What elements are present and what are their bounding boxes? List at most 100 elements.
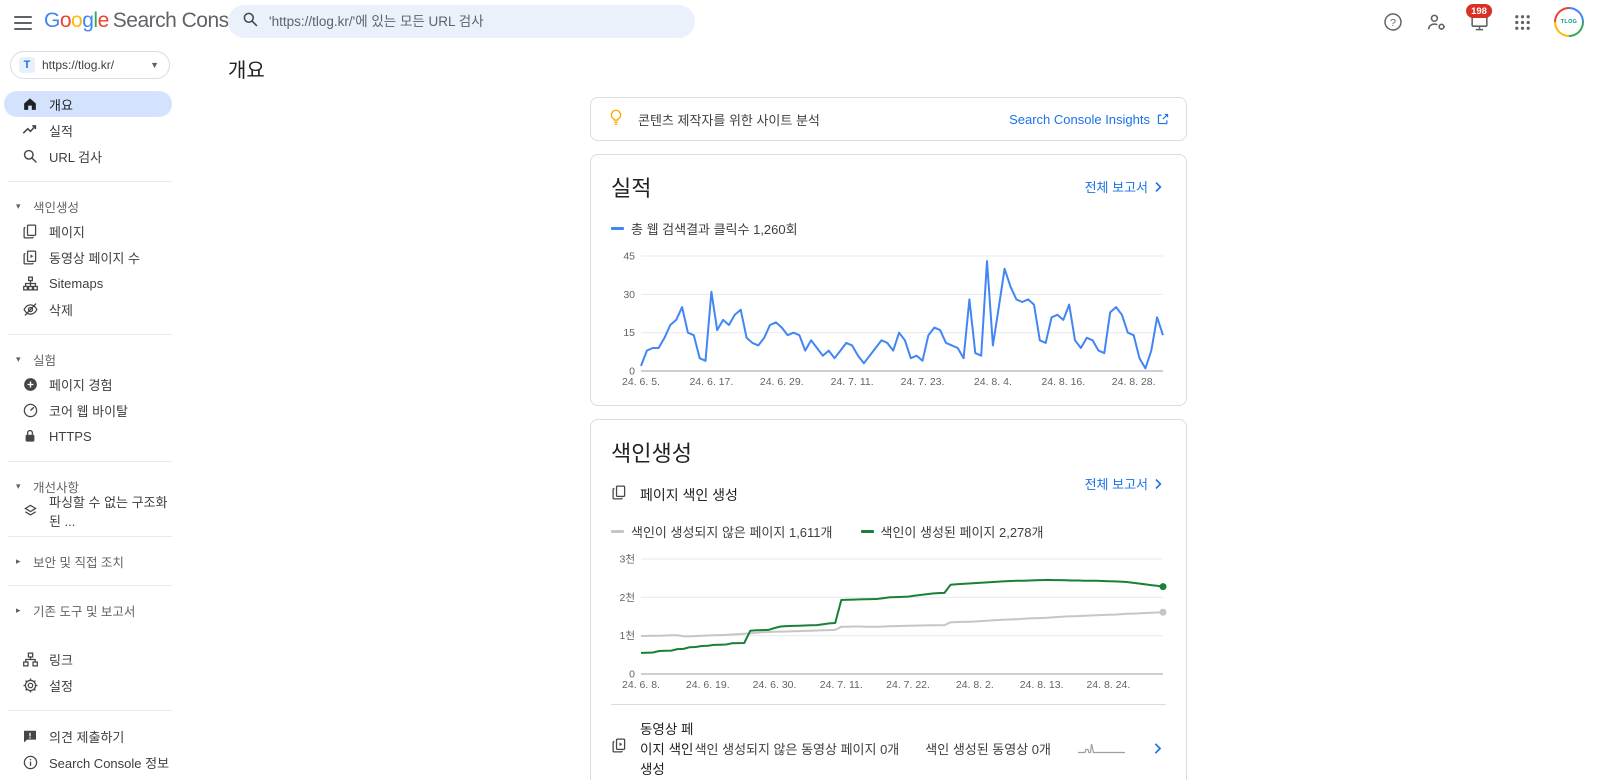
external-link-icon <box>1156 112 1170 126</box>
divider <box>8 710 172 711</box>
svg-text:?: ? <box>1390 17 1396 29</box>
indexing-card-title: 색인생성 <box>611 436 1166 468</box>
svg-text:24. 8. 2.: 24. 8. 2. <box>956 679 994 691</box>
svg-text:24. 6. 30.: 24. 6. 30. <box>753 679 797 691</box>
sidebar-item-removals[interactable]: 삭제 <box>4 296 172 322</box>
caret-down-icon: ▾ <box>16 354 26 365</box>
google-logo-text: Google <box>44 9 109 32</box>
google-apps-icon[interactable] <box>1511 11 1533 33</box>
property-selector[interactable]: T https://tlog.kr/ ▼ <box>10 51 170 79</box>
svg-text:24. 6. 5.: 24. 6. 5. <box>622 376 660 388</box>
sidebar-item-performance[interactable]: 실적 <box>4 117 172 143</box>
sidebar-item-label: 파싱할 수 없는 구조화된 ... <box>49 492 172 530</box>
section-title: 기존 도구 및 보고서 <box>33 601 135 620</box>
video-pages-icon <box>611 737 628 759</box>
sidebar-item-label: 의견 제출하기 <box>49 727 124 746</box>
sidebar-item-label: 코어 웹 바이탈 <box>49 401 128 420</box>
svg-text:24. 7. 11.: 24. 7. 11. <box>820 679 863 691</box>
svg-text:24. 6. 17.: 24. 6. 17. <box>689 376 733 388</box>
links-tree-icon <box>20 649 40 669</box>
sidebar-item-core-web-vitals[interactable]: 코어 웹 바이탈 <box>4 397 172 423</box>
indexing-line-chart: 01천2천3천24. 6. 8.24. 6. 19.24. 6. 30.24. … <box>611 551 1168 693</box>
property-url: https://tlog.kr/ <box>42 58 150 72</box>
sidebar-item-https[interactable]: HTTPS <box>4 423 172 449</box>
svg-text:24. 6. 29.: 24. 6. 29. <box>760 376 804 388</box>
svg-text:24. 7. 22.: 24. 7. 22. <box>886 679 930 691</box>
app-header: GoogleSearch Console ? 198 <box>0 0 1600 44</box>
video-indexing-row[interactable]: 동영상 페이지 색인 생성 색인 생성되지 않은 동영상 페이지 0개 색인 생… <box>611 704 1166 780</box>
divider <box>8 461 172 462</box>
indexing-full-report-link[interactable]: 전체 보고서 <box>1085 474 1166 493</box>
user-settings-icon[interactable] <box>1425 11 1447 33</box>
svg-text:45: 45 <box>623 251 635 263</box>
insights-link[interactable]: Search Console Insights <box>1009 112 1170 127</box>
sidebar-section-experience[interactable]: ▾ 실험 <box>0 347 180 371</box>
sidebar-item-about[interactable]: Search Console 정보 <box>4 749 172 775</box>
sidebar-section-indexing[interactable]: ▾ 색인생성 <box>0 194 180 218</box>
divider <box>8 334 172 335</box>
app-logo: GoogleSearch Console <box>44 9 255 33</box>
sidebar-item-feedback[interactable]: 의견 제출하기 <box>4 723 172 749</box>
search-icon <box>20 146 40 166</box>
announcements-icon[interactable]: 198 <box>1468 11 1490 33</box>
sidebar-item-label: 개요 <box>49 95 73 114</box>
video-indexing-label: 동영상 페이지 색인 생성 <box>640 718 695 778</box>
svg-text:24. 7. 11.: 24. 7. 11. <box>831 376 874 388</box>
not-indexed-legend: 색인이 생성되지 않은 페이지 1,611개 <box>611 522 833 541</box>
legend-dash-green <box>861 530 874 533</box>
sidebar-item-label: 설정 <box>49 676 73 695</box>
sidebar-item-links[interactable]: 링크 <box>4 646 172 672</box>
sidebar-item-sitemaps[interactable]: Sitemaps <box>4 270 172 296</box>
sidebar-item-unparsable-structured-data[interactable]: 파싱할 수 없는 구조화된 ... <box>4 498 172 524</box>
gauge-icon <box>20 400 40 420</box>
sidebar-section-security-manual-actions[interactable]: ▸ 보안 및 직접 조치 <box>0 549 180 573</box>
svg-text:3천: 3천 <box>620 554 636 566</box>
video-not-indexed-stat: 색인 생성되지 않은 동영상 페이지 0개 <box>695 739 900 758</box>
feedback-icon <box>20 726 40 746</box>
sidebar-item-label: HTTPS <box>49 429 92 444</box>
home-icon <box>20 94 40 114</box>
insights-banner-text: 콘텐츠 제작자를 위한 사이트 분석 <box>638 110 1009 129</box>
sidebar-item-url-inspection[interactable]: URL 검사 <box>4 143 172 169</box>
svg-text:30: 30 <box>623 289 635 301</box>
sidebar-item-page-experience[interactable]: 페이지 경험 <box>4 371 172 397</box>
section-title: 실험 <box>33 350 56 369</box>
help-icon[interactable]: ? <box>1382 11 1404 33</box>
section-title: 보안 및 직접 조치 <box>33 552 124 571</box>
chevron-right-icon <box>1150 476 1166 492</box>
divider <box>8 585 172 586</box>
performance-card: 실적 전체 보고서 총 웹 검색결과 클릭수 1,260회 015304524.… <box>590 154 1187 406</box>
svg-text:24. 6. 8.: 24. 6. 8. <box>622 679 660 691</box>
structured-data-icon <box>20 501 40 521</box>
sidebar-item-overview[interactable]: 개요 <box>4 91 172 117</box>
divider <box>8 536 172 537</box>
full-report-label: 전체 보고서 <box>1085 474 1148 493</box>
info-icon <box>20 752 40 772</box>
site-favicon: T <box>19 57 35 73</box>
sidebar-item-label: 페이지 경험 <box>49 375 112 394</box>
video-sparkline <box>1077 740 1127 756</box>
chevron-right-icon <box>1150 179 1166 195</box>
search-input[interactable] <box>269 14 681 29</box>
sidebar-item-video-pages[interactable]: 동영상 페이지 수 <box>4 244 172 270</box>
legend-dash-gray <box>611 530 624 533</box>
avatar[interactable]: TLOG <box>1554 7 1584 37</box>
menu-icon[interactable] <box>14 12 34 32</box>
video-row-chevron[interactable] <box>1149 740 1166 757</box>
performance-full-report-link[interactable]: 전체 보고서 <box>1085 177 1166 196</box>
sidebar-item-label: 동영상 페이지 수 <box>49 248 140 267</box>
indexing-card: 색인생성 페이지 색인 생성 전체 보고서 색인이 생성되지 않은 페이지 1,… <box>590 419 1187 780</box>
sidebar-item-settings[interactable]: 설정 <box>4 672 172 698</box>
lightbulb-icon <box>607 108 625 131</box>
notification-badge: 198 <box>1466 4 1492 18</box>
sidebar: T https://tlog.kr/ ▼ 개요 실적 URL 검사 ▾ 색인생성… <box>0 44 180 780</box>
indexed-legend-label: 색인이 생성된 페이지 2,278개 <box>881 522 1044 541</box>
pages-icon <box>20 221 40 241</box>
indexed-legend: 색인이 생성된 페이지 2,278개 <box>861 522 1044 541</box>
sidebar-item-label: Search Console 정보 <box>49 753 169 772</box>
legend-dash-blue <box>611 227 624 230</box>
sidebar-item-pages[interactable]: 페이지 <box>4 218 172 244</box>
caret-down-icon: ▾ <box>16 481 26 492</box>
url-inspection-searchbar[interactable] <box>228 5 695 38</box>
sidebar-section-legacy-tools[interactable]: ▸ 기존 도구 및 보고서 <box>0 598 180 622</box>
